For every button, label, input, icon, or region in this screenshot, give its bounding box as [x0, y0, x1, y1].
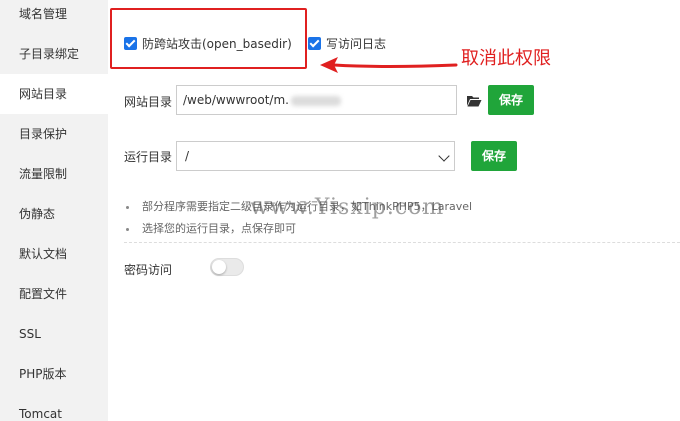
divider	[124, 242, 680, 243]
sidebar-item-php-version[interactable]: PHP版本	[0, 354, 108, 394]
run-dir-select[interactable]: /	[176, 141, 455, 171]
watermark: www.Yisxip.com	[250, 195, 445, 220]
redacted-blur	[290, 95, 341, 106]
sidebar: 域名管理 子目录绑定 网站目录 目录保护 流量限制 伪静态 默认文档 配置文件 …	[0, 0, 108, 421]
sidebar-item-subdir[interactable]: 子目录绑定	[0, 34, 108, 74]
sidebar-item-rewrite[interactable]: 伪静态	[0, 194, 108, 234]
tip-item: 选择您的运行目录，点保存即可	[124, 218, 674, 240]
sidebar-item-ssl[interactable]: SSL	[0, 314, 108, 354]
annotation-arrow-icon	[320, 57, 458, 73]
sidebar-item-default-doc[interactable]: 默认文档	[0, 234, 108, 274]
sidebar-item-traffic-limit[interactable]: 流量限制	[0, 154, 108, 194]
password-access-toggle[interactable]	[210, 258, 244, 276]
run-dir-save-button[interactable]: 保存	[471, 141, 517, 171]
site-dir-save-button[interactable]: 保存	[488, 85, 534, 115]
access-log-checkbox[interactable]	[308, 37, 321, 50]
toggle-knob	[212, 260, 226, 274]
sidebar-item-tomcat[interactable]: Tomcat	[0, 394, 108, 421]
access-log-label: 写访问日志	[326, 37, 387, 51]
sidebar-item-dir-protect[interactable]: 目录保护	[0, 114, 108, 154]
site-dir-label: 网站目录	[124, 95, 173, 109]
site-dir-value: /web/wwwroot/m.	[183, 93, 289, 107]
highlight-box	[110, 8, 307, 69]
folder-open-icon[interactable]	[466, 95, 482, 107]
run-dir-selected: /	[185, 149, 190, 163]
chevron-down-icon	[438, 150, 450, 162]
site-dir-input[interactable]: /web/wwwroot/m.	[176, 85, 457, 115]
sidebar-item-domain[interactable]: 域名管理	[0, 0, 108, 34]
password-access-label: 密码访问	[124, 263, 173, 277]
sidebar-item-config-file[interactable]: 配置文件	[0, 274, 108, 314]
sidebar-item-site-dir[interactable]: 网站目录	[0, 74, 108, 114]
access-log-option[interactable]: 写访问日志	[308, 35, 386, 52]
run-dir-label: 运行目录	[124, 150, 173, 164]
annotation-text: 取消此权限	[461, 48, 551, 69]
